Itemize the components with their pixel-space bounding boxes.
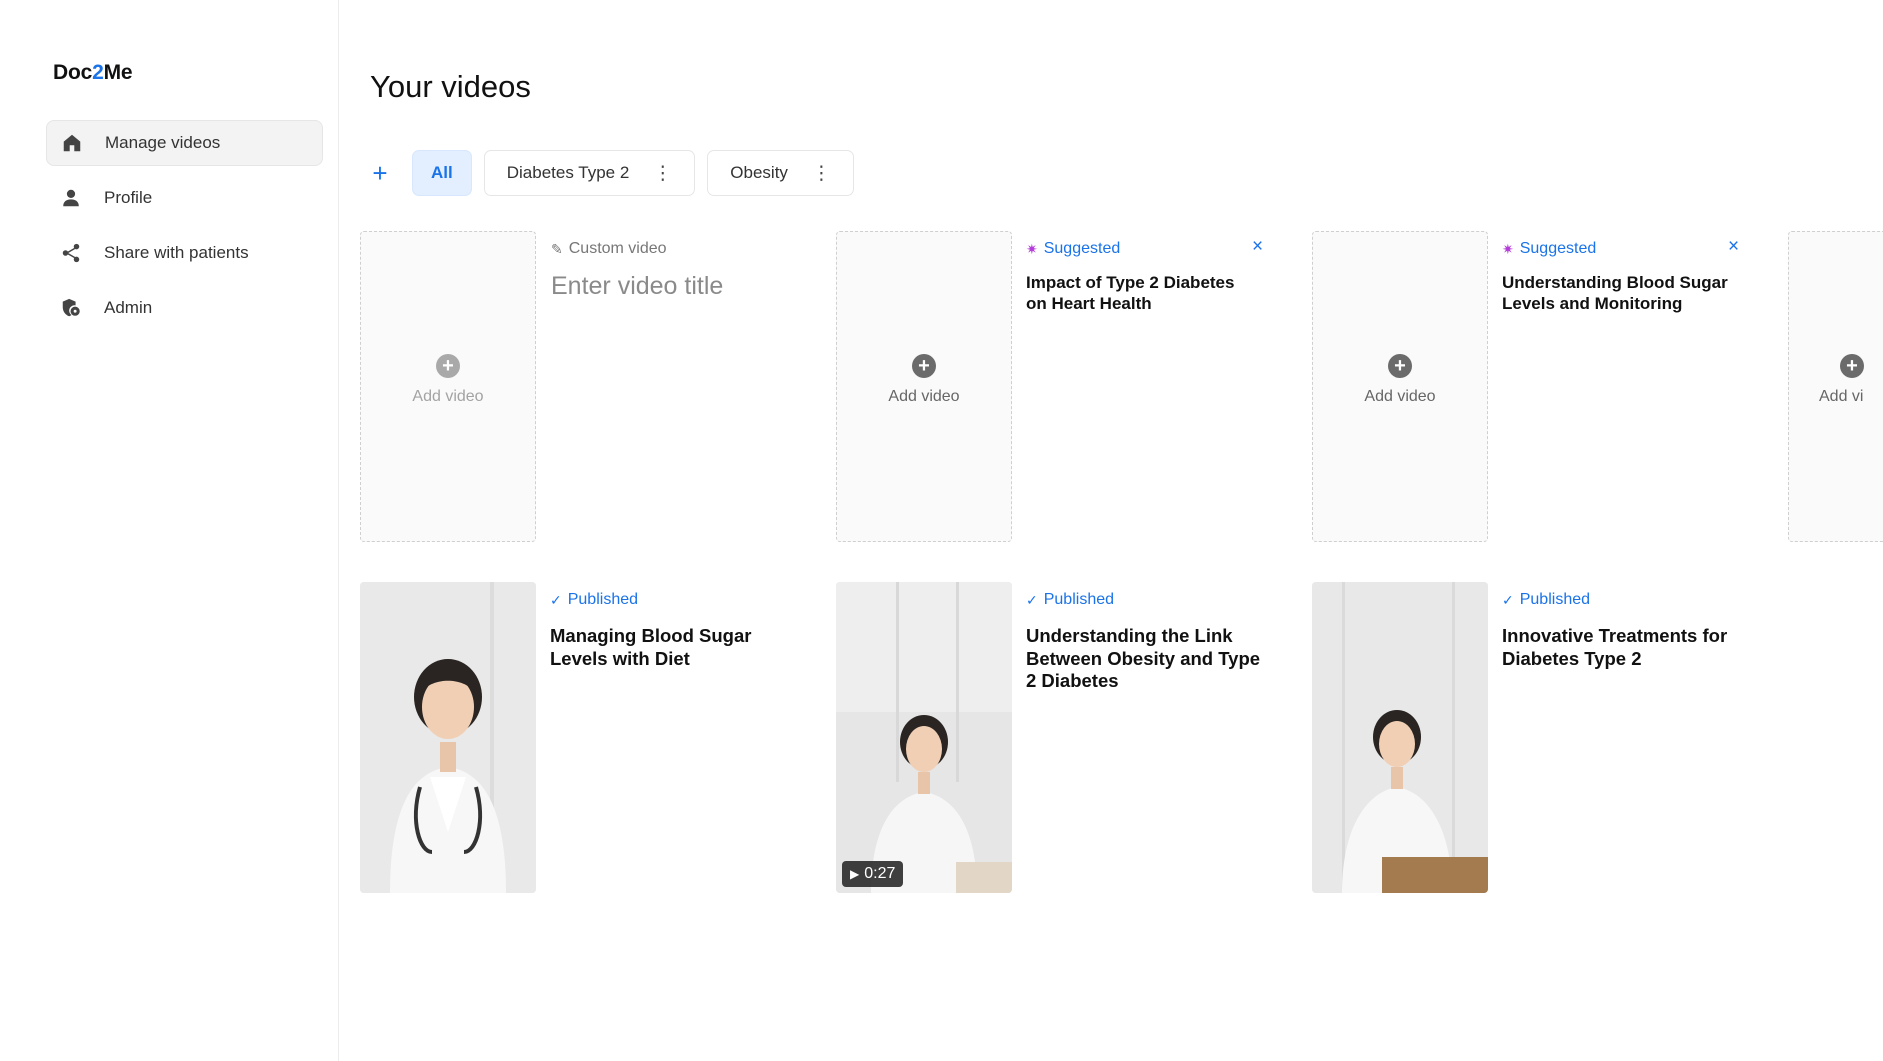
play-icon: ▶ (850, 867, 860, 881)
check-icon: ✓ (1026, 591, 1038, 608)
doctor-at-desk-image (1312, 582, 1488, 893)
sidebar-nav: Manage videos Profile Share with patient… (46, 120, 323, 340)
sidebar-item-label: Admin (104, 298, 153, 317)
sparkle-icon: ✷ (1502, 240, 1514, 257)
pencil-icon: ✎ (551, 240, 563, 257)
add-video-slot[interactable]: + Add vi (1788, 231, 1883, 542)
video-card-meta: ✷ Suggested Understanding Blood Sugar Le… (1502, 240, 1732, 314)
sidebar-item-share[interactable]: Share with patients (46, 230, 323, 276)
share-icon (60, 242, 90, 264)
add-video-label: Add video (888, 387, 960, 405)
add-circle-icon: + (1840, 353, 1864, 378)
sparkle-icon: ✷ (1026, 240, 1038, 257)
dismiss-suggestion-icon[interactable]: × (1728, 236, 1739, 258)
sidebar-item-profile[interactable]: Profile (46, 175, 323, 221)
doctor-seated-image (836, 582, 1012, 893)
video-duration-badge: ▶ 0:27 (842, 861, 904, 887)
add-video-label: Add video (412, 387, 484, 405)
suggested-tag: ✷ Suggested (1026, 240, 1121, 257)
add-video-slot[interactable]: + Add video (836, 231, 1012, 542)
custom-video-tag: ✎ Custom video (551, 240, 667, 257)
video-card-meta: ✎ Custom video (551, 240, 811, 301)
app-logo[interactable]: Doc2Me (53, 61, 133, 85)
doctor-portrait-image (360, 582, 536, 893)
add-circle-icon: + (436, 353, 460, 378)
add-video-slot[interactable]: + Add video (1312, 231, 1488, 542)
add-circle-icon: + (1388, 353, 1412, 378)
sidebar-item-label: Manage videos (105, 133, 221, 152)
video-title: Impact of Type 2 Diabetes on Heart Healt… (1026, 273, 1235, 313)
video-card-meta: ✓ Published Innovative Treatments for Di… (1502, 591, 1742, 670)
published-tag: ✓ Published (1502, 591, 1591, 608)
more-options-icon[interactable]: ⋮ (653, 164, 672, 183)
check-icon: ✓ (550, 591, 562, 608)
check-icon: ✓ (1502, 591, 1514, 608)
add-video-label: Add vi (1819, 387, 1864, 405)
video-title: Innovative Treatments for Diabetes Type … (1502, 625, 1728, 669)
video-title: Understanding Blood Sugar Levels and Mon… (1502, 273, 1728, 313)
main-content: Your videos + All Diabetes Type 2 ⋮ Obes… (340, 0, 1883, 1061)
add-circle-icon: + (912, 353, 936, 378)
more-options-icon[interactable]: ⋮ (812, 164, 831, 183)
sidebar: Doc2Me Manage videos Profile Share with … (0, 0, 339, 1061)
video-thumbnail[interactable] (1312, 582, 1488, 893)
person-icon (60, 187, 90, 209)
category-tabs: + All Diabetes Type 2 ⋮ Obesity ⋮ (365, 150, 866, 196)
tab-diabetes-type-2[interactable]: Diabetes Type 2 ⋮ (483, 150, 696, 196)
add-category-button[interactable]: + (365, 150, 395, 196)
video-title: Managing Blood Sugar Levels with Diet (550, 625, 752, 669)
video-thumbnail[interactable]: ▶ 0:27 (836, 582, 1012, 893)
home-icon (61, 132, 91, 154)
sidebar-item-label: Share with patients (104, 243, 249, 262)
video-card-meta: ✓ Published Managing Blood Sugar Levels … (550, 591, 790, 670)
tab-obesity[interactable]: Obesity ⋮ (707, 150, 854, 196)
video-title: Understanding the Link Between Obesity a… (1026, 625, 1261, 691)
video-card-meta: ✷ Suggested Impact of Type 2 Diabetes on… (1026, 240, 1256, 314)
add-video-slot[interactable]: + Add video (360, 231, 536, 542)
add-video-label: Add video (1364, 387, 1436, 405)
sidebar-item-admin[interactable]: Admin (46, 285, 323, 331)
sidebar-item-label: Profile (104, 188, 153, 207)
tab-all[interactable]: All (412, 150, 472, 196)
video-thumbnail[interactable] (360, 582, 536, 893)
sidebar-item-manage-videos[interactable]: Manage videos (46, 120, 323, 166)
published-tag: ✓ Published (1026, 591, 1115, 608)
page-title: Your videos (370, 69, 531, 104)
suggested-tag: ✷ Suggested (1502, 240, 1597, 257)
published-tag: ✓ Published (550, 591, 639, 608)
dismiss-suggestion-icon[interactable]: × (1252, 236, 1263, 258)
video-card-meta: ✓ Published Understanding the Link Betwe… (1026, 591, 1266, 693)
admin-shield-icon (60, 297, 90, 319)
video-title-input[interactable] (551, 272, 811, 301)
